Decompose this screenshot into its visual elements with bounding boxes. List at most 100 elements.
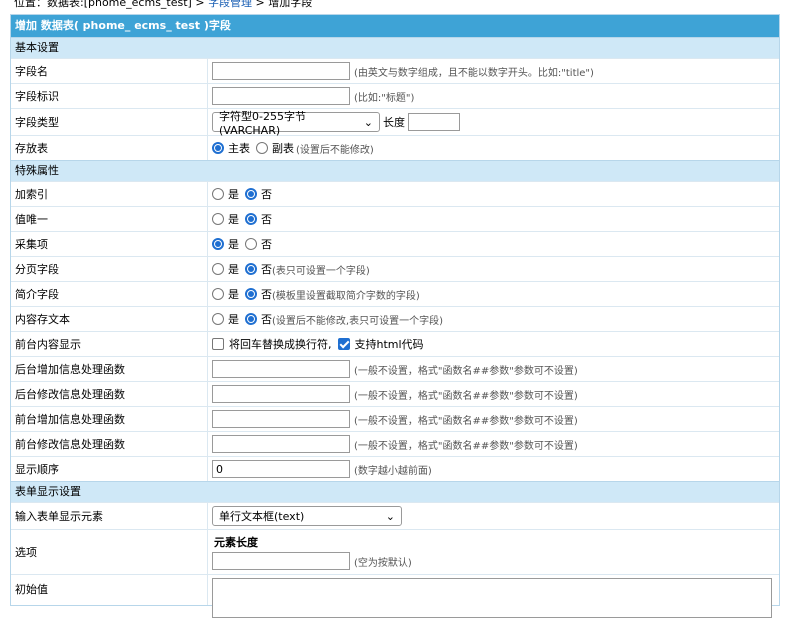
breadcrumb: 位置：数据表:[phome_ecms_test] > 字段管理 > 增加字段 — [14, 0, 312, 10]
form-element-label: 输入表单显示元素 — [15, 510, 103, 523]
row-content-text: 内容存文本 是 否 (设置后不能修改,表只可设置一个字段) — [11, 306, 779, 331]
section-basic: 基本设置 — [11, 37, 779, 58]
radio-icon[interactable] — [245, 188, 257, 200]
element-length-input[interactable] — [212, 552, 350, 570]
radio-icon[interactable] — [212, 213, 224, 225]
row-unique: 值唯一 是 否 — [11, 206, 779, 231]
row-intro: 简介字段 是 否 (模板里设置截取简介字数的字段) — [11, 281, 779, 306]
admin-add-func-label: 后台增加信息处理函数 — [15, 363, 125, 376]
index-label: 加索引 — [15, 188, 48, 201]
element-length-hint: (空为按默认) — [354, 557, 412, 569]
front-add-func-hint: (一般不设置，格式"函数名##参数"参数可不设置) — [354, 415, 578, 427]
index-yes[interactable]: 是 — [212, 186, 239, 202]
row-store-table: 存放表 主表 副表 (设置后不能修改) — [11, 135, 779, 160]
radio-icon[interactable] — [212, 142, 224, 154]
checkbox-icon[interactable] — [212, 338, 224, 350]
breadcrumb-prefix: 位置： — [14, 0, 47, 9]
page-hint: (表只可设置一个字段) — [272, 265, 370, 277]
row-front-edit-func: 前台修改信息处理函数 (一般不设置，格式"函数名##参数"参数可不设置) — [11, 431, 779, 456]
unique-no[interactable]: 否 — [245, 211, 272, 227]
row-front-display: 前台内容显示 将回车替换成换行符, 支持html代码 — [11, 331, 779, 356]
row-field-name: 字段名 (由英文与数字组成，且不能以数字开头。比如:"title") — [11, 58, 779, 83]
field-name-hint: (由英文与数字组成，且不能以数字开头。比如:"title") — [354, 67, 594, 79]
page-yes[interactable]: 是 — [212, 261, 239, 277]
chevron-down-icon: ⌄ — [385, 509, 395, 523]
intro-label: 简介字段 — [15, 288, 59, 301]
radio-icon[interactable] — [212, 313, 224, 325]
radio-icon[interactable] — [245, 263, 257, 275]
breadcrumb-separator: > — [252, 0, 269, 9]
content-text-no[interactable]: 否 (设置后不能修改,表只可设置一个字段) — [245, 311, 443, 327]
front-add-func-input[interactable] — [212, 410, 350, 428]
admin-add-func-hint: (一般不设置，格式"函数名##参数"参数可不设置) — [354, 365, 578, 377]
order-input[interactable] — [212, 460, 350, 478]
order-hint: (数字越小越前面) — [354, 465, 432, 477]
radio-icon[interactable] — [245, 288, 257, 300]
store-table-label: 存放表 — [15, 142, 48, 155]
length-label: 长度 — [383, 116, 405, 129]
intro-hint: (模板里设置截取简介字数的字段) — [272, 290, 420, 302]
store-main-option[interactable]: 主表 — [212, 140, 250, 156]
collect-label: 采集项 — [15, 238, 48, 251]
admin-edit-func-label: 后台修改信息处理函数 — [15, 388, 125, 401]
front-display-label: 前台内容显示 — [15, 338, 81, 351]
initial-value-textarea[interactable] — [212, 578, 772, 618]
store-sub-option[interactable]: 副表 (设置后不能修改) — [256, 140, 374, 156]
radio-icon[interactable] — [212, 238, 224, 250]
panel-title: 增加 数据表( phome_ ecms_ test )字段 — [11, 15, 779, 37]
radio-icon[interactable] — [212, 188, 224, 200]
collect-yes[interactable]: 是 — [212, 236, 239, 252]
section-form: 表单显示设置 — [11, 481, 779, 502]
admin-add-func-input[interactable] — [212, 360, 350, 378]
row-page: 分页字段 是 否 (表只可设置一个字段) — [11, 256, 779, 281]
admin-edit-func-input[interactable] — [212, 385, 350, 403]
unique-label: 值唯一 — [15, 213, 48, 226]
content-text-label: 内容存文本 — [15, 313, 70, 326]
field-type-selected: 字符型0-255字节(VARCHAR) — [219, 109, 306, 137]
add-field-form: 增加 数据表( phome_ ecms_ test )字段 基本设置 字段名 (… — [10, 14, 780, 618]
radio-icon[interactable] — [256, 142, 268, 154]
page-label: 分页字段 — [15, 263, 59, 276]
row-field-type: 字段类型 字符型0-255字节(VARCHAR) ⌄ 长度 — [11, 108, 779, 137]
row-admin-add-func: 后台增加信息处理函数 (一般不设置，格式"函数名##参数"参数可不设置) — [11, 356, 779, 381]
collect-no[interactable]: 否 — [245, 236, 272, 252]
radio-icon[interactable] — [212, 288, 224, 300]
admin-edit-func-hint: (一般不设置，格式"函数名##参数"参数可不设置) — [354, 390, 578, 402]
row-order: 显示顺序 (数字越小越前面) — [11, 456, 779, 481]
order-label: 显示顺序 — [15, 463, 59, 476]
initial-value-label: 初始值 — [15, 583, 48, 596]
field-name-input[interactable] — [212, 62, 350, 80]
front-add-func-label: 前台增加信息处理函数 — [15, 413, 125, 426]
field-mark-label: 字段标识 — [15, 90, 59, 103]
field-type-label: 字段类型 — [15, 116, 59, 129]
checkbox-checked-icon[interactable] — [337, 338, 350, 350]
form-element-select[interactable]: 单行文本框(text) ⌄ — [212, 506, 402, 526]
radio-icon[interactable] — [245, 213, 257, 225]
row-field-mark: 字段标识 (比如:"标题") — [11, 83, 779, 108]
intro-yes[interactable]: 是 — [212, 286, 239, 302]
row-initial-value: 初始值 — [11, 574, 779, 618]
front-edit-func-input[interactable] — [212, 435, 350, 453]
content-text-yes[interactable]: 是 — [212, 311, 239, 327]
section-special: 特殊属性 — [11, 160, 779, 181]
page-no[interactable]: 否 (表只可设置一个字段) — [245, 261, 370, 277]
length-input[interactable] — [408, 113, 460, 131]
index-no[interactable]: 否 — [245, 186, 272, 202]
radio-icon[interactable] — [245, 238, 257, 250]
element-length-label: 元素长度 — [214, 536, 258, 549]
radio-icon[interactable] — [212, 263, 224, 275]
field-type-select[interactable]: 字符型0-255字节(VARCHAR) ⌄ — [212, 110, 380, 137]
options-label: 选项 — [15, 546, 37, 559]
replace-newline-option[interactable]: 将回车替换成换行符, — [212, 336, 332, 352]
front-edit-func-label: 前台修改信息处理函数 — [15, 438, 125, 451]
field-mark-input[interactable] — [212, 87, 350, 105]
breadcrumb-separator: > — [191, 0, 209, 9]
radio-icon[interactable] — [245, 313, 257, 325]
store-table-hint: (设置后不能修改) — [296, 144, 374, 156]
support-html-option[interactable]: 支持html代码 — [337, 336, 424, 352]
intro-no[interactable]: 否 (模板里设置截取简介字数的字段) — [245, 286, 420, 302]
field-mark-hint: (比如:"标题") — [354, 92, 415, 104]
content-text-hint: (设置后不能修改,表只可设置一个字段) — [272, 315, 443, 327]
unique-yes[interactable]: 是 — [212, 211, 239, 227]
breadcrumb-link-field-manage[interactable]: 字段管理 — [208, 0, 252, 9]
